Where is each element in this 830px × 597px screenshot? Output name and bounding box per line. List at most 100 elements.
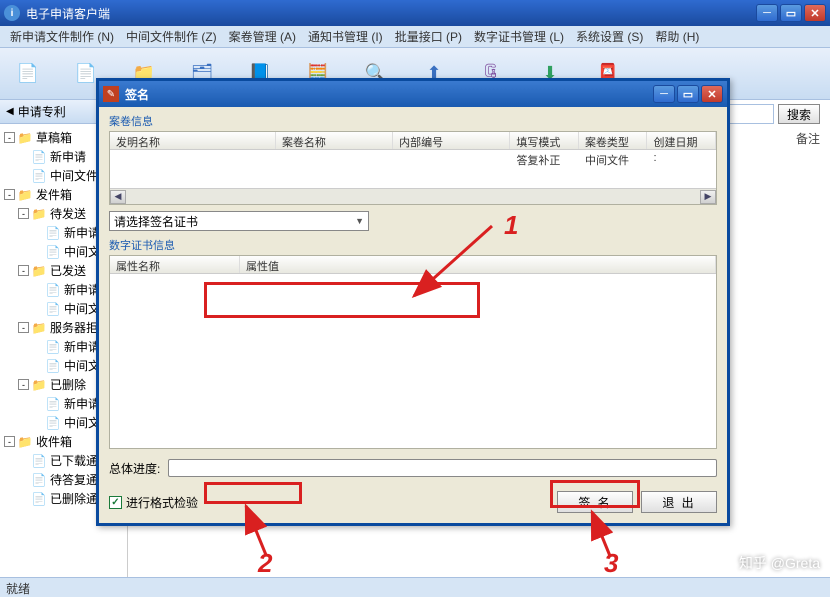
tree-label: 新申请 xyxy=(64,281,100,298)
col-attr-value[interactable]: 属性值 xyxy=(240,256,716,273)
folder-icon: 📁 xyxy=(17,435,33,449)
dialog-icon: ✎ xyxy=(103,86,119,102)
case-header: 发明名称 案卷名称 内部编号 填写模式 案卷类型 创建日期 xyxy=(110,132,716,150)
tree-label: 新申请 xyxy=(64,224,100,241)
dialog-maximize-button[interactable]: ▭ xyxy=(677,85,699,103)
main-titlebar: i 电子申请客户端 ─ ▭ ✕ xyxy=(0,0,830,26)
tree-label: 已发送 xyxy=(50,262,86,279)
toolbar-icon: 📄 xyxy=(12,58,44,90)
case-info-panel: 发明名称 案卷名称 内部编号 填写模式 案卷类型 创建日期 答复补正 中间文件 … xyxy=(109,131,717,205)
expand-icon[interactable]: - xyxy=(4,189,15,200)
menu-case-management[interactable]: 案卷管理 (A) xyxy=(223,26,302,47)
chevron-down-icon: ▼ xyxy=(355,216,364,226)
folder-icon: 📄 xyxy=(31,492,47,506)
col-attr-name[interactable]: 属性名称 xyxy=(110,256,240,273)
case-scrollbar[interactable]: ◀ ▶ xyxy=(110,188,716,204)
cert-info-panel: 属性名称 属性值 xyxy=(109,255,717,449)
tree-label: 新申请 xyxy=(64,395,100,412)
tree-label: 已删除 xyxy=(50,376,86,393)
col-case-type[interactable]: 案卷类型 xyxy=(579,132,648,149)
minimize-button[interactable]: ─ xyxy=(756,4,778,22)
tree-label: 收件箱 xyxy=(36,433,72,450)
toolbar-button-0[interactable]: 📄 xyxy=(8,56,48,92)
cert-info-label: 数字证书信息 xyxy=(109,237,717,253)
expand-icon[interactable]: - xyxy=(4,132,15,143)
folder-icon: 📄 xyxy=(45,397,61,411)
folder-icon: 📄 xyxy=(31,473,47,487)
folder-icon: 📄 xyxy=(45,283,61,297)
folder-icon: 📄 xyxy=(45,416,61,430)
dialog-minimize-button[interactable]: ─ xyxy=(653,85,675,103)
expand-icon[interactable]: - xyxy=(18,265,29,276)
tree-label: 草稿箱 xyxy=(36,129,72,146)
expand-icon[interactable]: - xyxy=(18,208,29,219)
dialog-title: 签名 xyxy=(125,86,653,103)
folder-icon: 📁 xyxy=(17,188,33,202)
expand-icon[interactable]: - xyxy=(4,436,15,447)
menu-cert-management[interactable]: 数字证书管理 (L) xyxy=(468,26,570,47)
app-icon: i xyxy=(4,5,20,21)
folder-icon: 📁 xyxy=(31,207,47,221)
folder-icon: 📄 xyxy=(45,340,61,354)
expand-icon[interactable]: - xyxy=(18,322,29,333)
app-title: 电子申请客户端 xyxy=(26,5,756,22)
menu-notice-management[interactable]: 通知书管理 (I) xyxy=(302,26,389,47)
signature-dialog: ✎ 签名 ─ ▭ ✕ 案卷信息 发明名称 案卷名称 内部编号 填写模式 案卷类型… xyxy=(96,78,730,526)
folder-icon: 📄 xyxy=(31,150,47,164)
folder-icon: 📄 xyxy=(45,359,61,373)
menu-intermediate-file[interactable]: 中间文件制作 (Z) xyxy=(120,26,223,47)
chevron-left-icon: ◀ xyxy=(6,106,14,117)
expand-icon[interactable]: - xyxy=(18,379,29,390)
folder-icon: 📁 xyxy=(31,264,47,278)
tree-label: 新申请 xyxy=(64,338,100,355)
sign-button[interactable]: 签 名 xyxy=(557,491,633,513)
dialog-titlebar: ✎ 签名 ─ ▭ ✕ xyxy=(99,81,727,107)
cert-select-label: 请选择签名证书 xyxy=(114,213,198,230)
tree-label: 中间文 xyxy=(64,300,100,317)
format-check-checkbox[interactable]: ✓ 进行格式检验 xyxy=(109,494,198,511)
menu-new-application[interactable]: 新申请文件制作 (N) xyxy=(4,26,120,47)
folder-icon: 📁 xyxy=(17,131,33,145)
col-invention-name[interactable]: 发明名称 xyxy=(110,132,276,149)
tree-label: 中间文 xyxy=(64,357,100,374)
menu-batch-interface[interactable]: 批量接口 (P) xyxy=(389,26,468,47)
format-check-label: 进行格式检验 xyxy=(126,494,198,511)
statusbar: 就绪 xyxy=(0,577,830,597)
col-remark: 备注 xyxy=(796,130,820,147)
folder-icon: 📄 xyxy=(45,245,61,259)
tree-label: 中间文 xyxy=(64,243,100,260)
checkbox-icon: ✓ xyxy=(109,496,122,509)
exit-button[interactable]: 退 出 xyxy=(641,491,717,513)
folder-icon: 📁 xyxy=(31,321,47,335)
progress-label: 总体进度: xyxy=(109,460,160,477)
close-button[interactable]: ✕ xyxy=(804,4,826,22)
tree-label: 中间文件 xyxy=(50,167,98,184)
sidebar-title: 申请专利 xyxy=(18,103,66,120)
menu-system-settings[interactable]: 系统设置 (S) xyxy=(570,26,649,47)
watermark: 知乎 @Greta xyxy=(739,553,820,573)
case-info-label: 案卷信息 xyxy=(109,113,717,129)
tree-label: 发件箱 xyxy=(36,186,72,203)
col-case-name[interactable]: 案卷名称 xyxy=(276,132,393,149)
cert-select[interactable]: 请选择签名证书 ▼ xyxy=(109,211,369,231)
folder-icon: 📁 xyxy=(31,378,47,392)
tree-label: 中间文 xyxy=(64,414,100,431)
folder-icon: 📄 xyxy=(45,302,61,316)
dialog-close-button[interactable]: ✕ xyxy=(701,85,723,103)
search-button[interactable]: 搜索 xyxy=(778,104,820,124)
maximize-button[interactable]: ▭ xyxy=(780,4,802,22)
tree-label: 待发送 xyxy=(50,205,86,222)
menubar: 新申请文件制作 (N) 中间文件制作 (Z) 案卷管理 (A) 通知书管理 (I… xyxy=(0,26,830,48)
folder-icon: 📄 xyxy=(31,169,47,183)
tree-label: 新申请 xyxy=(50,148,86,165)
case-row[interactable]: 答复补正 中间文件 : xyxy=(110,150,716,168)
scroll-right-icon[interactable]: ▶ xyxy=(700,190,716,204)
col-fill-mode[interactable]: 填写模式 xyxy=(510,132,579,149)
progress-bar xyxy=(168,459,717,477)
folder-icon: 📄 xyxy=(31,454,47,468)
col-create-date[interactable]: 创建日期 xyxy=(647,132,716,149)
col-internal-no[interactable]: 内部编号 xyxy=(393,132,510,149)
menu-help[interactable]: 帮助 (H) xyxy=(649,26,705,47)
folder-icon: 📄 xyxy=(45,226,61,240)
scroll-left-icon[interactable]: ◀ xyxy=(110,190,126,204)
